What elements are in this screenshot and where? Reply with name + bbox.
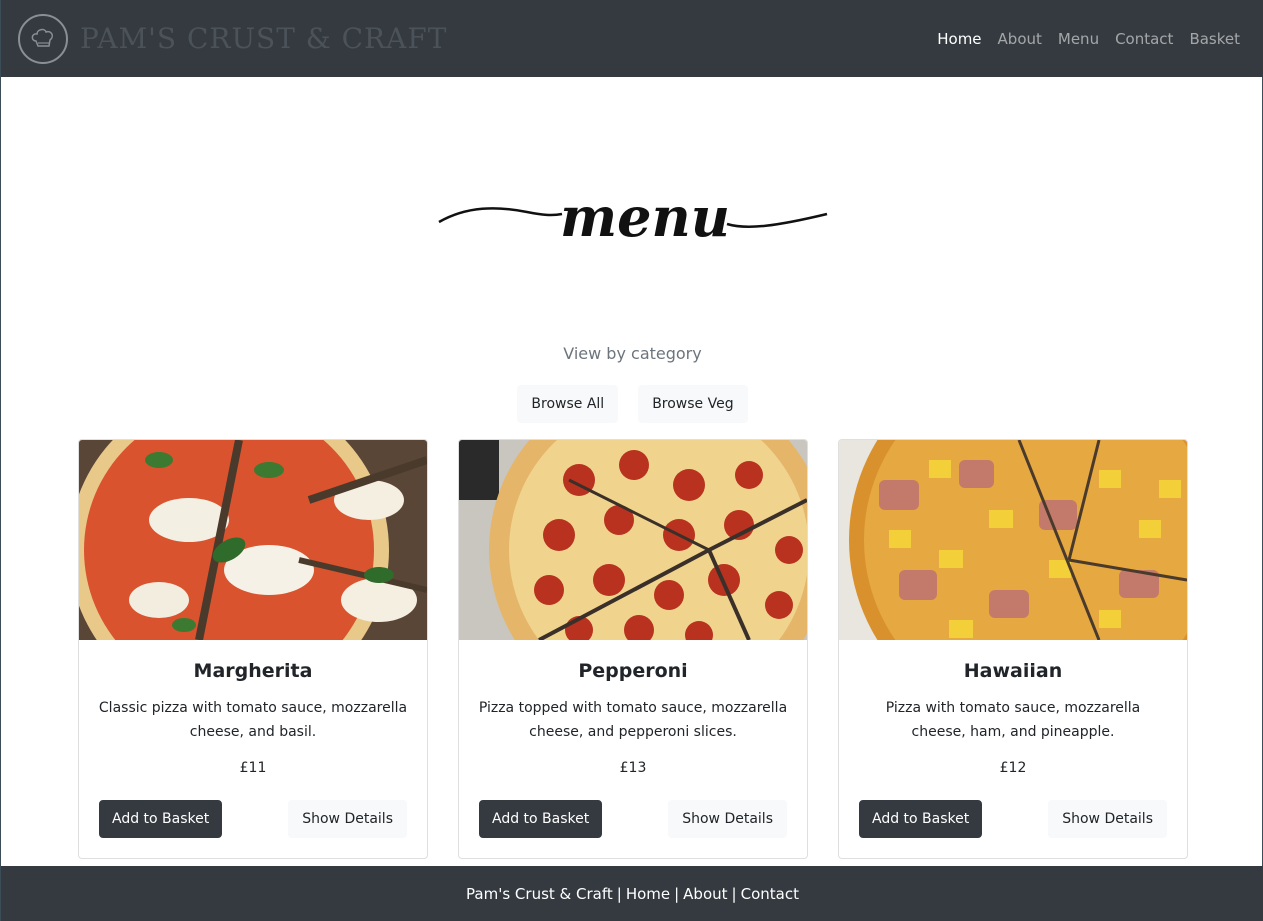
footer-separator: | xyxy=(616,884,622,903)
menu-card-hawaiian: Hawaiian Pizza with tomato sauce, mozzar… xyxy=(838,439,1188,859)
category-buttons: Browse All Browse Veg xyxy=(1,385,1263,423)
category-label: View by category xyxy=(563,344,702,363)
brand-name: PAM'S CRUST & CRAFT xyxy=(80,22,448,55)
card-description: Pizza with tomato sauce, mozzarella chee… xyxy=(885,700,1141,740)
navbar: PAM'S CRUST & CRAFT Home About Menu Cont… xyxy=(1,0,1263,77)
show-details-button[interactable]: Show Details xyxy=(1048,800,1167,838)
nav-links: Home About Menu Contact Basket xyxy=(937,30,1240,48)
card-description: Pizza topped with tomato sauce, mozzarel… xyxy=(478,700,788,740)
footer-link-contact[interactable]: Contact xyxy=(741,885,799,903)
footer-separator: | xyxy=(731,884,737,903)
card-description: Classic pizza with tomato sauce, mozzare… xyxy=(98,700,408,740)
nav-about[interactable]: About xyxy=(998,30,1042,48)
menu-cards: Margherita Classic pizza with tomato sau… xyxy=(78,439,1188,859)
browse-all-button[interactable]: Browse All xyxy=(517,385,619,423)
card-price: £11 xyxy=(239,760,267,776)
menu-card-pepperoni: Pepperoni Pizza topped with tomato sauce… xyxy=(458,439,808,859)
menu-card-margherita: Margherita Classic pizza with tomato sau… xyxy=(78,439,428,859)
card-title: Hawaiian xyxy=(963,660,1063,682)
footer-separator: | xyxy=(674,884,680,903)
card-actions: Add to Basket Show Details xyxy=(99,800,407,838)
show-details-button[interactable]: Show Details xyxy=(668,800,787,838)
nav-contact[interactable]: Contact xyxy=(1115,30,1173,48)
pepperoni-image xyxy=(459,440,807,640)
card-price: £12 xyxy=(999,760,1027,776)
chef-hat-icon xyxy=(18,13,68,64)
nav-menu[interactable]: Menu xyxy=(1058,30,1099,48)
card-actions: Add to Basket Show Details xyxy=(479,800,787,838)
footer-brand: Pam's Crust & Craft xyxy=(466,884,613,903)
card-title: Margherita xyxy=(193,660,313,682)
brand[interactable]: PAM'S CRUST & CRAFT xyxy=(18,13,448,64)
add-to-basket-button[interactable]: Add to Basket xyxy=(99,800,223,838)
card-price: £13 xyxy=(619,760,647,776)
nav-home[interactable]: Home xyxy=(937,30,981,48)
footer-link-home[interactable]: Home xyxy=(626,885,670,903)
nav-basket[interactable]: Basket xyxy=(1189,30,1240,48)
hawaiian-image xyxy=(839,440,1187,640)
margherita-image xyxy=(79,440,427,640)
add-to-basket-button[interactable]: Add to Basket xyxy=(479,800,603,838)
footer-link-about[interactable]: About xyxy=(683,885,727,903)
footer: Pam's Crust & Craft | Home | About | Con… xyxy=(1,866,1263,921)
add-to-basket-button[interactable]: Add to Basket xyxy=(859,800,983,838)
browse-veg-button[interactable]: Browse Veg xyxy=(638,385,748,423)
menu-script-text: menu xyxy=(560,186,730,249)
menu-script-title: menu xyxy=(437,185,829,256)
show-details-button[interactable]: Show Details xyxy=(288,800,407,838)
card-actions: Add to Basket Show Details xyxy=(859,800,1167,838)
card-title: Pepperoni xyxy=(578,660,688,682)
